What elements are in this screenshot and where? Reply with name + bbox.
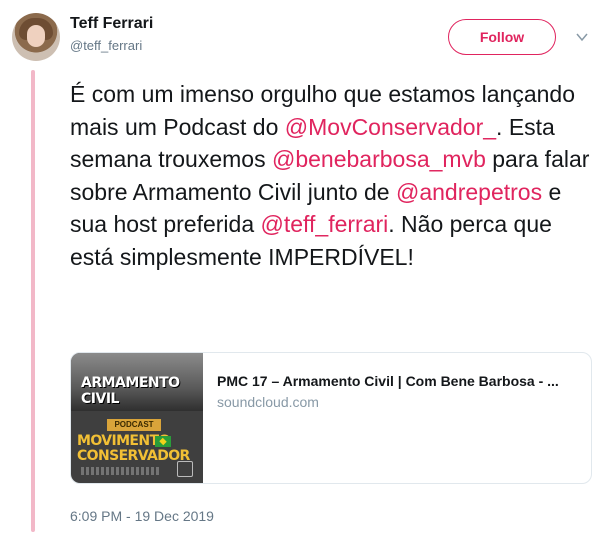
mention-link[interactable]: @benebarbosa_mvb [272,146,486,172]
author-handle[interactable]: @teff_ferrari [70,38,142,53]
follow-button[interactable]: Follow [448,19,556,55]
avatar[interactable] [12,13,60,61]
card-title[interactable]: PMC 17 – Armamento Civil | Com Bene Barb… [217,373,587,389]
tweet-timestamp[interactable]: 6:09 PM - 19 Dec 2019 [70,508,214,524]
mention-link[interactable]: @MovConservador_ [285,114,496,140]
mention-link[interactable]: @andrepetros [396,179,542,205]
avatar-face [27,25,45,47]
flag-icon [155,436,171,447]
mention-link[interactable]: @teff_ferrari [261,211,389,237]
author-name[interactable]: Teff Ferrari [70,15,153,33]
thumbnail-tag: PODCAST [107,419,161,431]
thumbnail-credits [81,467,161,475]
thread-line [31,70,35,532]
card-domain: soundcloud.com [217,394,319,410]
thumbnail-brand-line2: CONSERVADOR [77,448,190,464]
chevron-down-icon[interactable] [575,30,589,44]
thumbnail-header-text: ARMAMENTO CIVIL [81,375,180,407]
thumbnail-logo-icon [177,461,193,477]
tweet-text: É com um imenso orgulho que estamos lanç… [70,78,590,274]
link-card[interactable]: ARMAMENTO CIVIL PODCAST MOVIMENTO CONSER… [70,352,592,484]
card-thumbnail: ARMAMENTO CIVIL PODCAST MOVIMENTO CONSER… [71,353,203,483]
